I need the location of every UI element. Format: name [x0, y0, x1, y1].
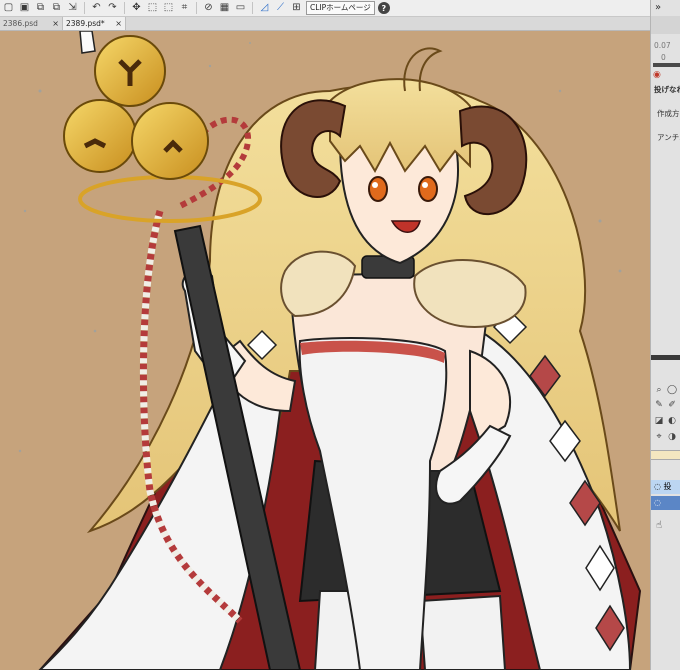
toolbar-divider: [252, 2, 253, 14]
rotate-icon[interactable]: ◯: [667, 385, 677, 395]
toolbar-divider: [84, 2, 85, 14]
line-icon[interactable]: ⟋: [274, 2, 287, 15]
antialias-label: アンチエ: [657, 133, 680, 142]
panel-collapse-icon[interactable]: »: [655, 2, 680, 13]
main-toolbar: ▢ ▣ ⧉ ⧉ ⇲ ↶ ↷ ✥ ⬚ ⬚ ⌗ ⊘ ▦ ▭ ◿ ⟋ ⊞ CLIPホー…: [0, 0, 650, 17]
bell-left: [63, 99, 137, 173]
drawing-canvas[interactable]: [0, 31, 650, 670]
clip-homepage-button[interactable]: CLIPホームページ: [306, 1, 375, 15]
brush-name-label: 投げなわ: [654, 85, 680, 94]
help-icon[interactable]: ?: [377, 2, 390, 14]
paper-tag: [79, 31, 96, 54]
clear-icon[interactable]: ⊘: [202, 2, 215, 15]
layer-item-lasso[interactable]: ◌ 投: [651, 480, 680, 494]
lasso-icon: ◌: [654, 482, 664, 491]
hand-icon[interactable]: ☝: [656, 520, 680, 531]
toolbar-divider: [196, 2, 197, 14]
color-swatch-bar[interactable]: [651, 450, 680, 460]
panel-dark-strip: [653, 63, 680, 67]
section-label: 作成方: [657, 109, 680, 118]
brush-icon[interactable]: ✐: [667, 400, 677, 410]
artwork-illustration: [18, 31, 642, 670]
right-eye: [418, 176, 438, 202]
tab-label: 2386.psd: [3, 19, 38, 28]
tab-label: 2389.psd*: [66, 19, 105, 28]
close-icon[interactable]: ×: [115, 17, 125, 30]
left-eye: [368, 176, 388, 202]
record-icon[interactable]: ◉: [653, 70, 680, 80]
panel-divider: [651, 355, 680, 360]
right-side-panel: » 0.07 0 ◉ 投げなわ 作成方 アンチエ ⌕ ◯ ✎ ✐ ◪ ◐ ⌖ ◑…: [650, 0, 680, 670]
right-stocking: [418, 594, 507, 670]
fill-tool-icon[interactable]: ◐: [667, 416, 677, 426]
document-tab-bar: 2386.psd × 2389.psd* ×: [0, 17, 650, 31]
transform-icon[interactable]: ✥: [130, 2, 143, 15]
save-icon[interactable]: ▣: [18, 2, 31, 15]
redo-icon[interactable]: ↷: [106, 2, 119, 15]
tab-2389[interactable]: 2389.psd* ×: [63, 17, 126, 30]
zoom-icon[interactable]: ⌕: [654, 385, 664, 395]
copy-icon[interactable]: ⧉: [34, 2, 47, 15]
eyedropper-icon[interactable]: ⌖: [654, 432, 664, 442]
undo-icon[interactable]: ↶: [90, 2, 103, 15]
toolbar-divider: [124, 2, 125, 14]
export-icon[interactable]: ⇲: [66, 2, 79, 15]
opacity-value-a: 0.07: [654, 41, 671, 50]
snap-icon[interactable]: ◿: [258, 2, 271, 15]
lasso-icon: ◌: [654, 498, 661, 507]
grid-icon[interactable]: ⊞: [290, 2, 303, 15]
deselect-icon[interactable]: ⬚: [162, 2, 175, 15]
new-file-icon[interactable]: ▢: [2, 2, 15, 15]
ruler-icon[interactable]: ▭: [234, 2, 247, 15]
layer-label: 投: [663, 482, 672, 491]
paste-icon[interactable]: ⧉: [50, 2, 63, 15]
bell-right: [131, 102, 209, 180]
select-all-icon[interactable]: ⬚: [146, 2, 159, 15]
fill-icon[interactable]: ▦: [218, 2, 231, 15]
crop-icon[interactable]: ⌗: [178, 2, 191, 15]
panel-header: [651, 16, 680, 34]
pen-icon[interactable]: ✎: [654, 400, 664, 410]
close-icon[interactable]: ×: [52, 17, 62, 30]
gradient-icon[interactable]: ◪: [654, 416, 664, 426]
opacity-value-b: 0: [661, 53, 666, 62]
color-icon[interactable]: ◑: [667, 432, 677, 442]
tab-2386[interactable]: 2386.psd ×: [0, 17, 63, 30]
layer-item-lasso-2[interactable]: ◌: [651, 496, 680, 510]
